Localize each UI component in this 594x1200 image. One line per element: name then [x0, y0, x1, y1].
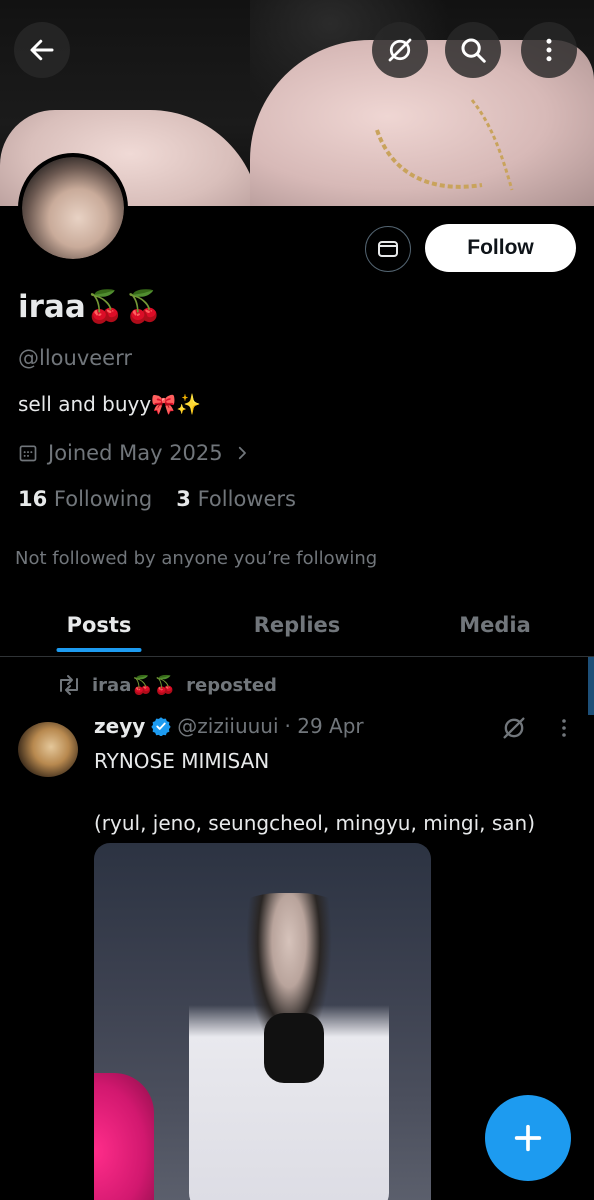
calendar-icon [19, 445, 37, 462]
following-link[interactable]: 16 Following [18, 487, 152, 511]
repost-context[interactable]: iraa🍒🍒 reposted [56, 674, 277, 696]
post-grok-icon[interactable] [500, 714, 528, 742]
more-button[interactable] [521, 22, 577, 78]
bio-text: sell and buyy🎀✨ [18, 392, 202, 416]
message-button[interactable] [365, 226, 411, 272]
search-icon [461, 38, 486, 63]
post-author-avatar[interactable] [18, 722, 78, 777]
active-tab-indicator [56, 648, 142, 652]
plus-icon [514, 1124, 542, 1152]
not-followed-notice: Not followed by anyone you’re following [15, 548, 378, 569]
post-text: RYNOSE MIMISAN (ryul, jeno, seungcheol, … [94, 749, 536, 835]
post-date: · 29 Apr [284, 714, 364, 738]
media-microphone [264, 1013, 324, 1083]
tab-posts[interactable]: Posts [0, 594, 198, 656]
scrollbar[interactable] [588, 657, 594, 715]
profile-tabs: Posts Replies Media [0, 594, 594, 656]
following-count: 16 [18, 487, 48, 511]
post-header: zeyy @ziziiuuui · 29 Apr [94, 714, 364, 738]
back-arrow-icon [30, 39, 54, 61]
grok-button[interactable] [372, 22, 428, 78]
joined-date[interactable]: Joined May 2025 [18, 441, 251, 465]
post-more-icon[interactable] [552, 716, 576, 740]
profile-avatar[interactable] [18, 153, 128, 263]
followers-count: 3 [176, 487, 191, 511]
banner-bracelet [375, 99, 514, 191]
more-vertical-icon [546, 38, 552, 62]
search-button[interactable] [445, 22, 501, 78]
repost-by: iraa🍒🍒 [92, 674, 177, 696]
followers-link[interactable]: 3 Followers [176, 487, 296, 511]
follow-button[interactable]: Follow [425, 224, 576, 272]
tabs-divider [0, 656, 594, 657]
tab-replies[interactable]: Replies [198, 594, 396, 656]
avatar-photo [22, 157, 124, 259]
user-handle: @llouveerr [18, 346, 132, 370]
chevron-right-icon [238, 446, 246, 460]
mail-icon [378, 241, 398, 257]
compose-button[interactable] [485, 1095, 571, 1181]
media-stage-light [94, 1073, 154, 1200]
post-author-handle: @ziziiuuui [177, 714, 279, 738]
back-button[interactable] [14, 22, 70, 78]
verified-badge-icon [151, 717, 171, 736]
follow-stats: 16 Following 3 Followers [18, 487, 296, 511]
display-name: iraa🍒🍒 [18, 289, 163, 325]
repost-icon [60, 675, 78, 695]
tab-replies-label: Replies [253, 613, 341, 637]
tab-media[interactable]: Media [396, 594, 594, 656]
repost-label: reposted [186, 674, 277, 696]
grok-icon [388, 38, 412, 62]
followers-label: Followers [197, 487, 296, 511]
tab-posts-label: Posts [66, 613, 132, 637]
post-author-name[interactable]: zeyy [94, 714, 145, 738]
following-label: Following [53, 487, 153, 511]
tab-media-label: Media [459, 613, 531, 637]
joined-label: Joined May 2025 [48, 441, 223, 465]
post-media-image[interactable] [94, 843, 431, 1200]
